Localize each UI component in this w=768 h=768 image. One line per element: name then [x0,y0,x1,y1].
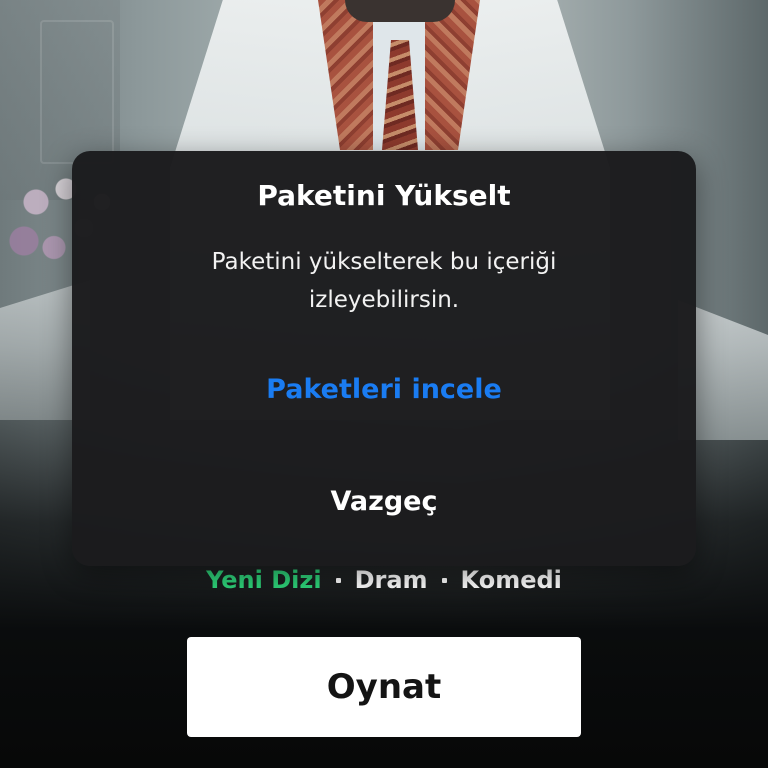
dialog-title: Paketini Yükselt [257,179,511,212]
background-door [40,20,114,164]
cancel-button[interactable]: Vazgeç [72,479,696,523]
new-series-badge: Yeni Dizi [206,566,322,594]
genre-line: Yeni Dizi Dram Komedi [0,562,768,598]
screen: Yeni Dizi Dram Komedi Oynat Paketini Yük… [0,0,768,768]
view-packages-button[interactable]: Paketleri incele [72,367,696,411]
separator-dot [441,577,447,583]
dialog-message: Paketini yükselterek bu içeriği izleyebi… [211,249,557,313]
genre-drama: Dram [354,566,428,594]
doctor-beard [345,0,455,22]
upgrade-package-dialog: Paketini Yükselt Paketini yükselterek bu… [72,151,696,566]
play-button[interactable]: Oynat [187,637,581,737]
separator-dot [335,577,341,583]
genre-comedy: Komedi [460,566,562,594]
